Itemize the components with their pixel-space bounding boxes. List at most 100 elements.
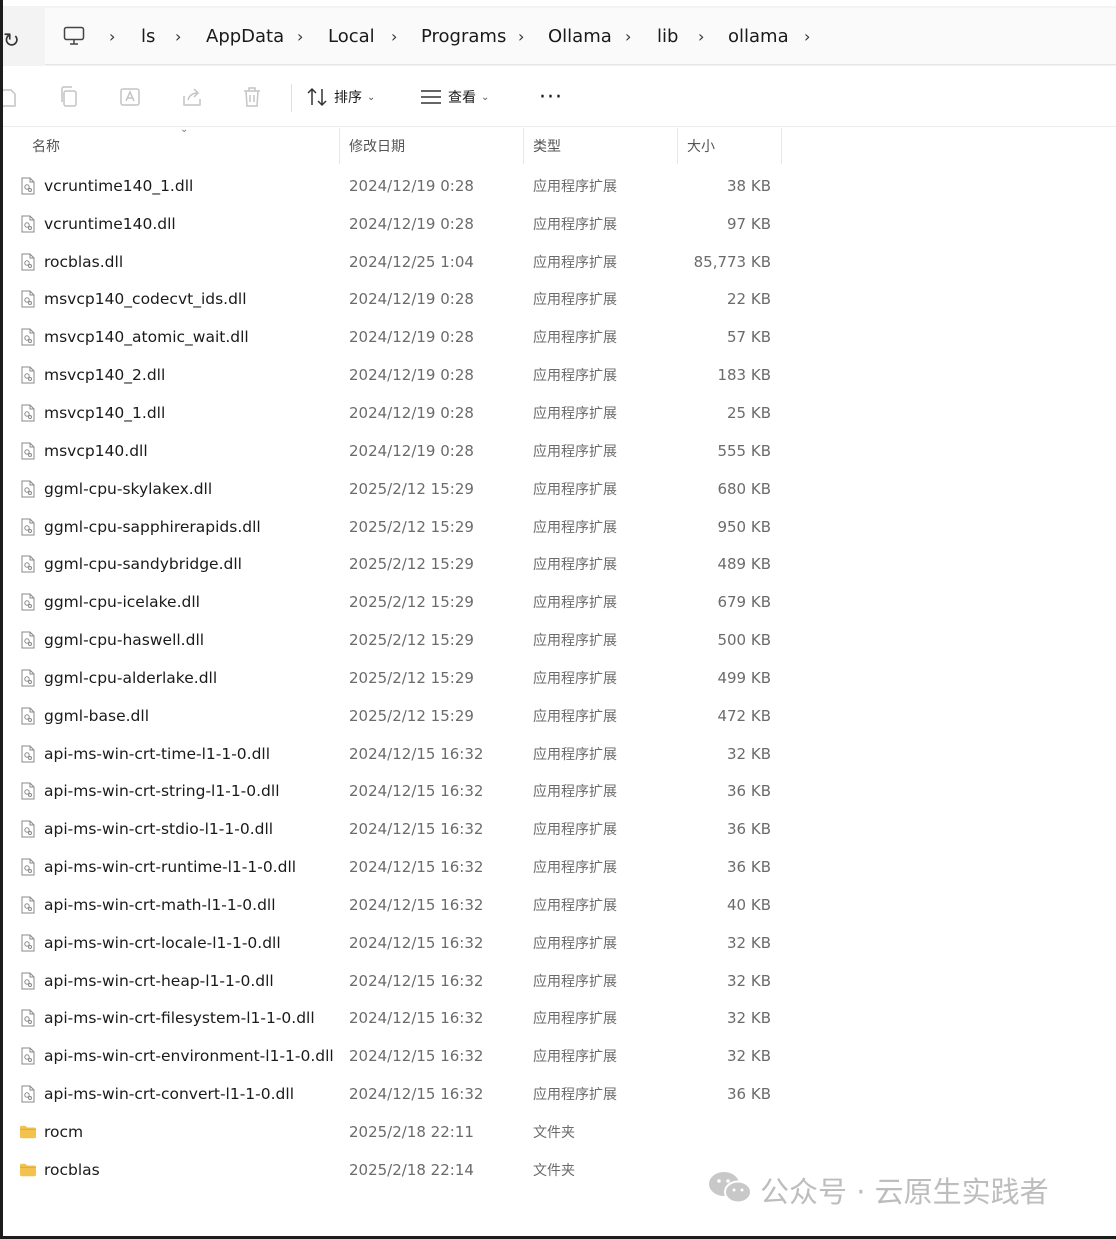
- more-options-button[interactable]: ···: [539, 82, 563, 112]
- computer-icon[interactable]: [63, 8, 85, 64]
- address-bar-area: ↻ › ls › AppData › Local › Programs › Ol…: [3, 6, 1116, 66]
- sort-icon: [306, 87, 328, 107]
- file-date: 2024/12/19 0:28: [349, 290, 474, 309]
- breadcrumb-ollama-lib[interactable]: ollama: [728, 8, 789, 64]
- refresh-icon[interactable]: ↻: [3, 28, 20, 52]
- file-row[interactable]: msvcp140.dll 2024/12/19 0:28 应用程序扩展 555 KB: [3, 432, 783, 470]
- column-header-type[interactable]: 类型: [533, 128, 561, 164]
- file-row[interactable]: api-ms-win-crt-runtime-l1-1-0.dll 2024/12…: [3, 848, 783, 886]
- file-row[interactable]: api-ms-win-crt-convert-l1-1-0.dll 2024/12…: [3, 1075, 783, 1113]
- chevron-down-icon: ⌄: [481, 91, 490, 103]
- column-header-size[interactable]: 大小: [687, 128, 715, 164]
- file-row[interactable]: api-ms-win-crt-stdio-l1-1-0.dll 2024/12/1…: [3, 810, 783, 848]
- dll-file-icon: [20, 327, 36, 347]
- dll-file-icon: [20, 252, 36, 272]
- file-row[interactable]: ggml-cpu-alderlake.dll 2025/2/12 15:29 应用程…: [3, 659, 783, 697]
- file-row[interactable]: msvcp140_2.dll 2024/12/19 0:28 应用程序扩展 183 K…: [3, 356, 783, 394]
- column-divider[interactable]: [339, 128, 340, 164]
- breadcrumb-local[interactable]: Local: [328, 8, 375, 64]
- file-size: 97 KB: [727, 214, 771, 233]
- breadcrumb-appdata[interactable]: AppData: [206, 8, 284, 64]
- file-row[interactable]: ggml-base.dll 2025/2/12 15:29 应用程序扩展 472 KB: [3, 697, 783, 735]
- file-row[interactable]: msvcp140_atomic_wait.dll 2024/12/19 0:28 应…: [3, 318, 783, 356]
- file-size: 36 KB: [727, 820, 771, 839]
- dll-file-icon: [20, 176, 36, 196]
- file-type: 应用程序扩展: [533, 973, 617, 990]
- file-type: 文件夹: [533, 1125, 575, 1142]
- file-date: 2025/2/12 15:29: [349, 479, 474, 498]
- chevron-right-icon[interactable]: ›: [804, 8, 810, 64]
- file-size: 489 KB: [717, 555, 771, 574]
- column-divider[interactable]: [677, 128, 678, 164]
- file-row[interactable]: vcruntime140_1.dll 2024/12/19 0:28 应用程序扩展 3…: [3, 167, 783, 205]
- column-divider[interactable]: [523, 128, 524, 164]
- file-row[interactable]: api-ms-win-crt-filesystem-l1-1-0.dll 2024…: [3, 1000, 783, 1038]
- file-type: 应用程序扩展: [533, 708, 617, 725]
- column-header-row: ⌄ 名称 修改日期 类型 大小: [3, 124, 783, 164]
- file-name-cell: ggml-cpu-sandybridge.dll: [20, 545, 242, 583]
- breadcrumb-programs[interactable]: Programs: [421, 8, 506, 64]
- file-row[interactable]: rocblas.dll 2024/12/25 1:04 应用程序扩展 85,773 K…: [3, 243, 783, 281]
- file-name-cell: msvcp140.dll: [20, 432, 148, 470]
- address-bar[interactable]: › ls › AppData › Local › Programs › Olla…: [45, 8, 1116, 65]
- file-size: 32 KB: [727, 1047, 771, 1066]
- file-row[interactable]: vcruntime140.dll 2024/12/19 0:28 应用程序扩展 97 …: [3, 205, 783, 243]
- file-name: rocblas.dll: [44, 252, 124, 271]
- file-row[interactable]: msvcp140_codecvt_ids.dll 2024/12/19 0:28 应…: [3, 281, 783, 319]
- column-header-name[interactable]: 名称: [32, 128, 60, 164]
- file-type: 应用程序扩展: [533, 746, 617, 763]
- file-size: 32 KB: [727, 744, 771, 763]
- file-type: 应用程序扩展: [533, 595, 617, 612]
- file-date: 2024/12/19 0:28: [349, 328, 474, 347]
- breadcrumb-ollama[interactable]: Ollama: [548, 8, 612, 64]
- file-row[interactable]: api-ms-win-crt-environment-l1-1-0.dll 202…: [3, 1037, 783, 1075]
- file-name-cell: msvcp140_1.dll: [20, 394, 165, 432]
- file-row[interactable]: api-ms-win-crt-math-l1-1-0.dll 2024/12/15…: [3, 886, 783, 924]
- file-size: 36 KB: [727, 782, 771, 801]
- file-name-cell: api-ms-win-crt-stdio-l1-1-0.dll: [20, 810, 273, 848]
- file-row[interactable]: ggml-cpu-sapphirerapids.dll 2025/2/12 15:…: [3, 508, 783, 546]
- file-name: msvcp140_1.dll: [44, 403, 166, 422]
- file-row[interactable]: api-ms-win-crt-string-l1-1-0.dll 2024/12/…: [3, 773, 783, 811]
- column-divider[interactable]: [781, 128, 782, 164]
- file-row[interactable]: api-ms-win-crt-time-l1-1-0.dll 2024/12/15…: [3, 735, 783, 773]
- file-size: 32 KB: [727, 933, 771, 952]
- watermark: 公众号 · 云原生实践者: [708, 1168, 1049, 1212]
- file-row[interactable]: api-ms-win-crt-locale-l1-1-0.dll 2024/12/…: [3, 924, 783, 962]
- file-row[interactable]: ggml-cpu-sandybridge.dll 2025/2/12 15:29 应…: [3, 545, 783, 583]
- file-row[interactable]: api-ms-win-crt-heap-l1-1-0.dll 2024/12/15…: [3, 962, 783, 1000]
- file-date: 2024/12/15 16:32: [349, 895, 484, 914]
- file-name: api-ms-win-crt-environment-l1-1-0.dll: [44, 1047, 334, 1066]
- file-date: 2024/12/15 16:32: [349, 933, 484, 952]
- dll-file-icon: [20, 403, 36, 423]
- sort-button[interactable]: 排序 ⌄: [306, 82, 375, 112]
- folder-row[interactable]: rocm 2025/2/18 22:11 文件夹: [3, 1113, 783, 1151]
- chevron-down-icon: ⌄: [367, 91, 376, 103]
- delete-icon[interactable]: [242, 82, 262, 112]
- file-name: api-ms-win-crt-time-l1-1-0.dll: [44, 744, 271, 763]
- file-row[interactable]: msvcp140_1.dll 2024/12/19 0:28 应用程序扩展 25 KB: [3, 394, 783, 432]
- breadcrumb-lib[interactable]: lib: [657, 8, 678, 64]
- file-row[interactable]: ggml-cpu-icelake.dll 2025/2/12 15:29 应用程序扩…: [3, 583, 783, 621]
- file-date: 2024/12/15 16:32: [349, 858, 484, 877]
- file-name: api-ms-win-crt-string-l1-1-0.dll: [44, 782, 280, 801]
- file-size: 36 KB: [727, 1085, 771, 1104]
- file-name: ggml-cpu-sandybridge.dll: [44, 555, 242, 574]
- breadcrumb-ls[interactable]: ls: [141, 8, 155, 64]
- file-name: msvcp140_codecvt_ids.dll: [44, 290, 247, 309]
- file-type: 应用程序扩展: [533, 1049, 617, 1066]
- file-name-cell: rocblas: [20, 1151, 100, 1189]
- file-type: 应用程序扩展: [533, 368, 617, 385]
- file-name-cell: ggml-base.dll: [20, 697, 149, 735]
- copy-icon[interactable]: [59, 82, 79, 112]
- share-icon[interactable]: [181, 82, 203, 112]
- dll-file-icon: [20, 1084, 36, 1104]
- file-row[interactable]: ggml-cpu-skylakex.dll 2025/2/12 15:29 应用程序…: [3, 470, 783, 508]
- new-icon[interactable]: [3, 82, 17, 112]
- rename-icon[interactable]: [120, 82, 142, 112]
- folder-row[interactable]: rocblas 2025/2/18 22:14 文件夹: [3, 1151, 783, 1189]
- view-button[interactable]: 查看 ⌄: [420, 82, 489, 112]
- column-header-date[interactable]: 修改日期: [349, 128, 405, 164]
- file-row[interactable]: ggml-cpu-haswell.dll 2025/2/12 15:29 应用程序扩…: [3, 621, 783, 659]
- file-date: 2025/2/12 15:29: [349, 517, 474, 536]
